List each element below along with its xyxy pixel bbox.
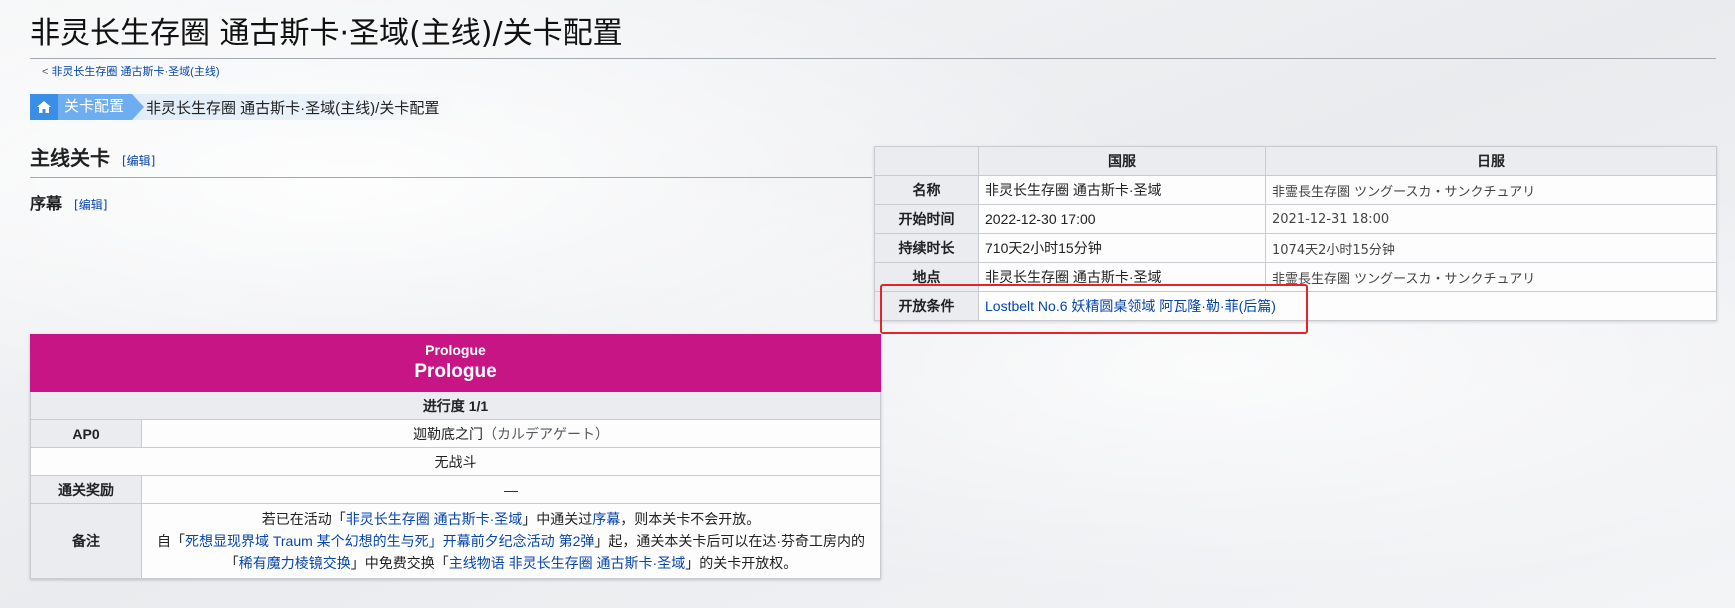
- edit-link-text[interactable]: [编辑]: [122, 154, 155, 168]
- note-text: 」中免费交换「: [350, 555, 449, 571]
- note-line-2: 自「死想显现界域 Traum 某个幻想的生与死」开幕前夕纪念活动 第2弹」起，通…: [148, 530, 874, 574]
- highlight-box: [880, 284, 1308, 334]
- notes-label: 备注: [30, 503, 142, 579]
- prologue-header: Prologue Prologue: [30, 334, 881, 392]
- info-header-jp: 日服: [1265, 146, 1717, 176]
- page-title: 非灵长生存圈 通古斯卡·圣域(主线)/关卡配置: [30, 14, 1716, 59]
- cn-value: 非灵长生存圈 通古斯卡·圣域: [978, 175, 1266, 205]
- location-name: 迦勒底之门: [413, 425, 483, 442]
- back-link[interactable]: < 非灵长生存圈 通古斯卡·圣域(主线): [42, 63, 219, 79]
- jp-value: 2021-12-31 18:00: [1265, 204, 1717, 234]
- note-link[interactable]: 死想显现界域 Traum 某个幻想的生与死」开幕前夕纪念活动 第2弹: [185, 533, 594, 549]
- table-row: 名称 非灵长生存圈 通古斯卡·圣域 非霊長生存圏 ツングースカ・サンクチュアリ: [874, 175, 1717, 205]
- note-link[interactable]: 稀有魔力棱镜交换: [239, 555, 351, 571]
- cn-value: 710天2小时15分钟: [978, 233, 1266, 263]
- jp-value: 1074天2小时15分钟: [1265, 233, 1717, 263]
- header-small: Prologue: [425, 342, 486, 358]
- note-text: 」的关卡开放权。: [685, 555, 798, 571]
- note-link[interactable]: 主线物语 非灵长生存圈 通古斯卡·圣域: [449, 555, 685, 571]
- progress-label: 进行度 1/1: [30, 391, 881, 420]
- sub-edit-link-text[interactable]: [编辑]: [74, 198, 107, 212]
- reward-value: —: [141, 475, 881, 504]
- note-link[interactable]: 非灵长生存圈 通古斯卡·圣域: [346, 511, 523, 527]
- note-line-1: 若已在活动「非灵长生存圈 通古斯卡·圣域」中通关过序幕，则本关卡不会开放。: [148, 508, 874, 530]
- sub-edit-link[interactable]: [编辑]: [74, 198, 107, 212]
- chevron-left-icon: <: [42, 66, 49, 78]
- battle-cell: 无战斗: [30, 447, 881, 476]
- location-cell: 迦勒底之门（カルデアゲート）: [141, 419, 881, 448]
- location-jp: （カルデアゲート）: [483, 425, 609, 442]
- row-label: 开始时间: [874, 204, 979, 234]
- table-row: 持续时长 710天2小时15分钟 1074天2小时15分钟: [874, 233, 1717, 263]
- home-icon[interactable]: [30, 94, 58, 120]
- table-row: 开始时间 2022-12-30 17:00 2021-12-31 18:00: [874, 204, 1717, 234]
- subsection-heading: 序幕 [编辑]: [30, 190, 107, 214]
- notes-cell: 若已在活动「非灵长生存圈 通古斯卡·圣域」中通关过序幕，则本关卡不会开放。 自「…: [141, 503, 881, 579]
- jp-value: 非霊長生存圏 ツングースカ・サンクチュアリ: [1265, 175, 1717, 205]
- note-text: 自「: [156, 533, 185, 549]
- info-header-cn: 国服: [978, 146, 1266, 176]
- back-link-text[interactable]: 非灵长生存圈 通古斯卡·圣域(主线): [51, 66, 219, 78]
- ap-label: AP0: [30, 419, 142, 448]
- breadcrumb-current: 非灵长生存圈 通古斯卡·圣域(主线)/关卡配置: [146, 99, 440, 117]
- subsection-heading-text: 序幕: [30, 194, 63, 213]
- section-heading: 主线关卡 [编辑]: [30, 142, 872, 178]
- reward-label: 通关奖励: [30, 475, 142, 504]
- cn-value: 2022-12-30 17:00: [978, 204, 1266, 234]
- header-large: Prologue: [414, 361, 497, 382]
- row-label: 名称: [874, 175, 979, 205]
- row-label: 持续时长: [874, 233, 979, 263]
- breadcrumb-segment[interactable]: 关卡配置: [58, 94, 145, 120]
- prologue-table: Prologue Prologue 进行度 1/1 AP0 迦勒底之门（カルデア…: [30, 334, 881, 579]
- note-text: 」中通关过: [522, 511, 593, 527]
- info-header-blank: [874, 146, 979, 176]
- note-text: 若已在活动「: [261, 511, 346, 527]
- note-text: ，则本关卡不会开放。: [620, 511, 761, 527]
- note-link[interactable]: 序幕: [592, 511, 620, 527]
- breadcrumb: 关卡配置 非灵长生存圈 通古斯卡·圣域(主线)/关卡配置: [30, 94, 456, 120]
- edit-link[interactable]: [编辑]: [122, 154, 155, 168]
- jp-value: 非霊長生存圏 ツングースカ・サンクチュアリ: [1265, 262, 1717, 292]
- section-heading-text: 主线关卡: [30, 146, 110, 170]
